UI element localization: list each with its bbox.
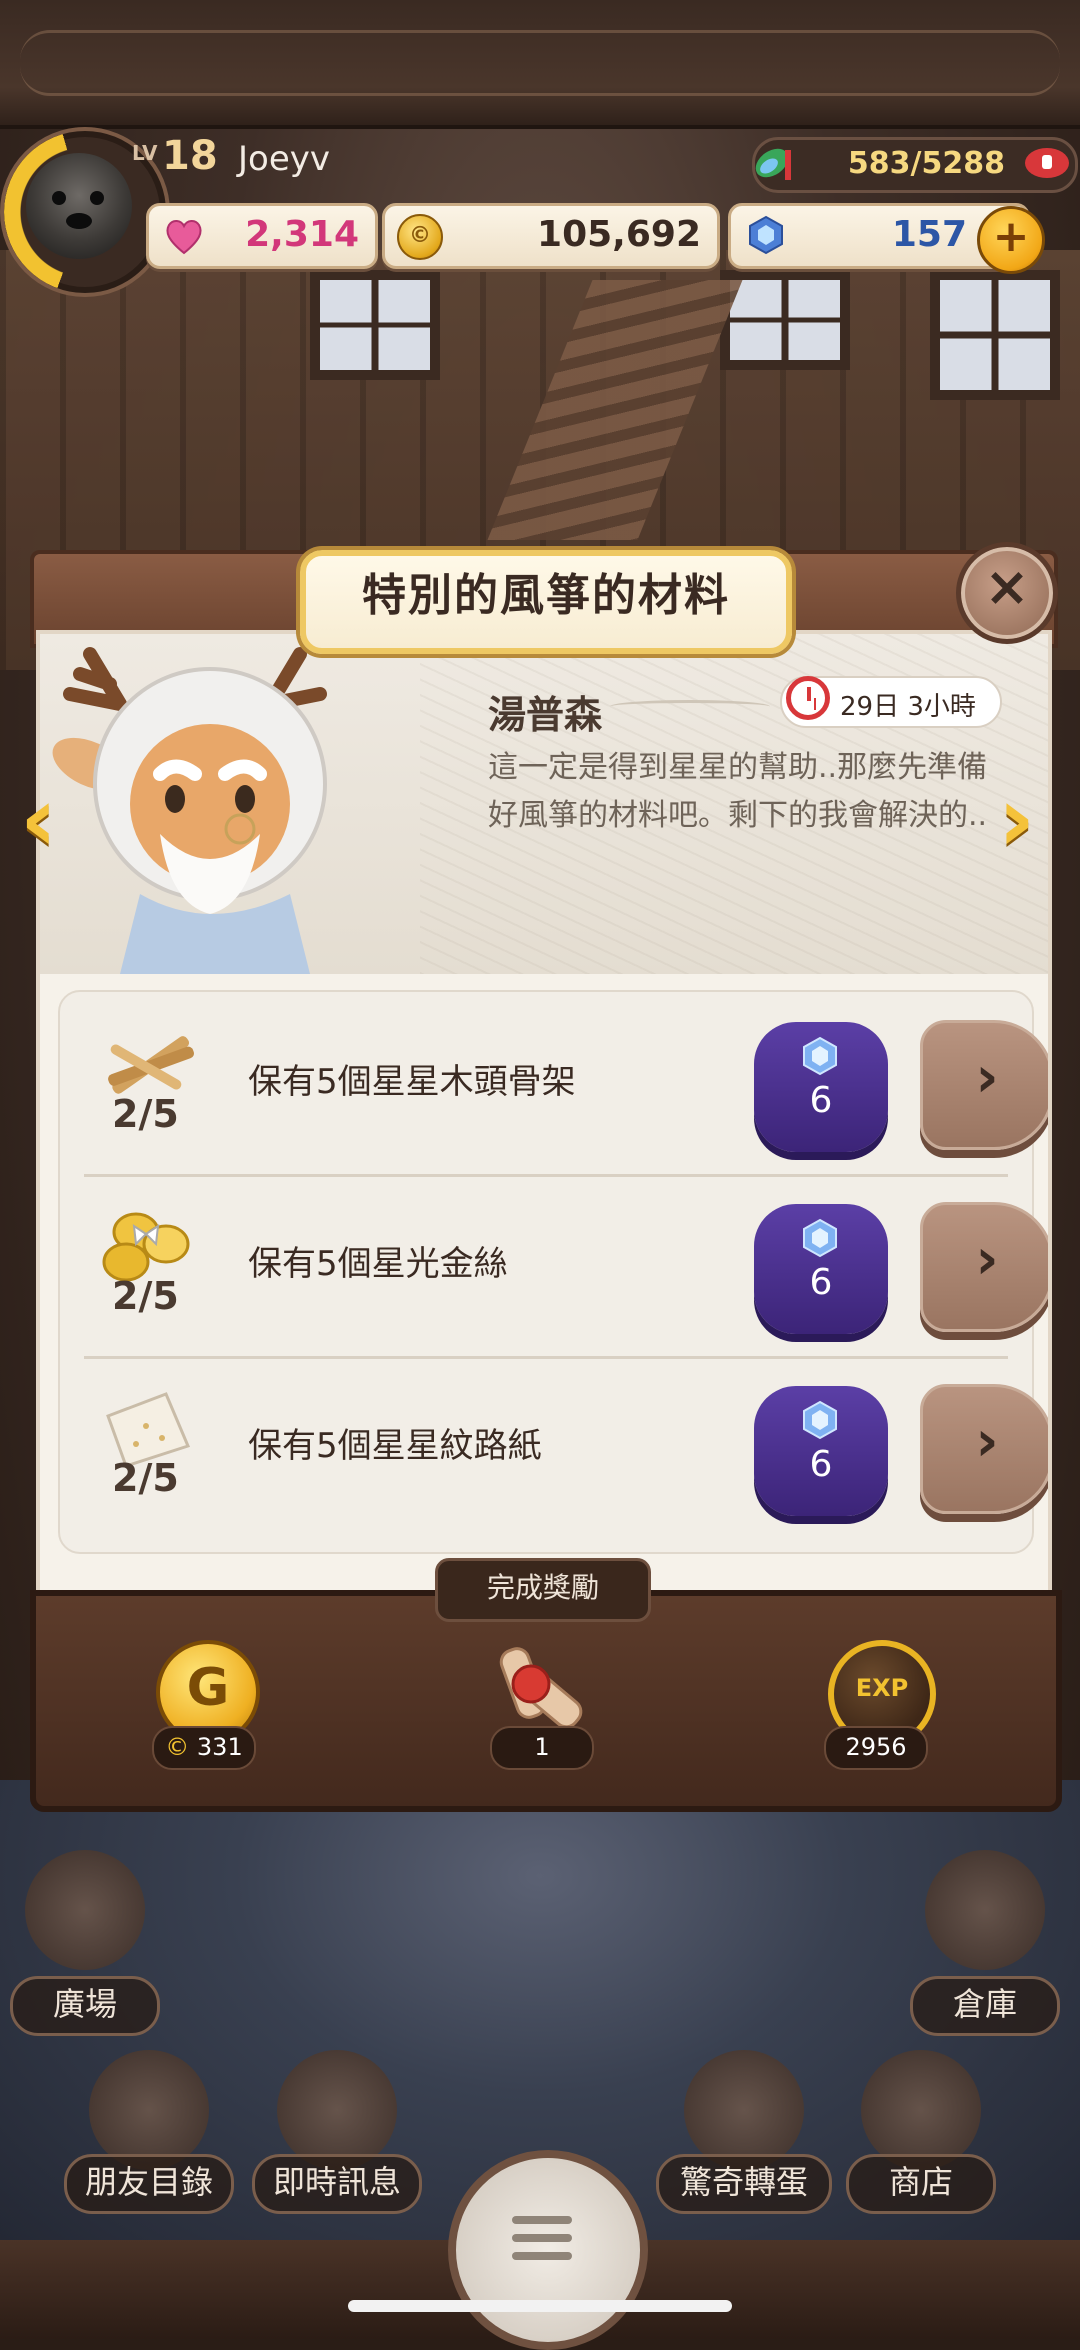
energy-bar-fill xyxy=(785,150,791,180)
friend-book-icon xyxy=(89,2050,209,2170)
nav-shop-label: 商店 xyxy=(846,2154,996,2214)
go-button[interactable]: › xyxy=(920,1202,1048,1332)
gem-icon xyxy=(803,1218,837,1258)
go-button[interactable]: › xyxy=(920,1384,1048,1514)
gem-cost: 6 xyxy=(809,1080,833,1121)
nav-friends-label: 朋友目錄 xyxy=(64,2154,234,2214)
next-quest-arrow[interactable]: › xyxy=(998,775,1058,870)
house-window xyxy=(930,270,1060,400)
nav-shop[interactable]: 商店 xyxy=(846,2050,996,2214)
nav-gacha-label: 驚奇轉蛋 xyxy=(656,2154,832,2214)
task-label: 保有5個星星木頭骨架 xyxy=(248,1062,576,1102)
nav-plaza[interactable]: 廣場 xyxy=(10,1850,160,2036)
scroll-reward-value: 1 xyxy=(490,1726,594,1770)
warehouse-icon xyxy=(925,1850,1045,1970)
gold-reward-value: 331 xyxy=(196,1733,243,1761)
task-label: 保有5個星光金絲 xyxy=(248,1244,508,1284)
nav-plaza-label: 廣場 xyxy=(10,1976,160,2036)
gold-counter: © 105,692 xyxy=(382,203,720,269)
level-prefix: LV xyxy=(132,141,158,165)
task-row: 2/5 保有5個星星紋路紙 6 › xyxy=(60,1356,1048,1536)
story-panel: 湯普森 29日 3小時 這一定是得到星星的幫助..那麼先準備好風箏的材料吧。剩下… xyxy=(40,634,1048,974)
gold-value: 105,692 xyxy=(537,214,701,255)
deer-npc-portrait xyxy=(52,647,327,974)
player-hud: LV 18 Joeyv 583/5288 2,314 © 105,692 157… xyxy=(0,125,1080,293)
player-name: Joeyv xyxy=(238,139,330,179)
prev-quest-arrow[interactable]: ‹ xyxy=(20,775,80,870)
home-indicator[interactable] xyxy=(348,2300,732,2312)
gold-coin-icon: © xyxy=(397,214,443,260)
gems-counter: 157 + xyxy=(728,203,1045,274)
reward-title: 完成獎勵 xyxy=(486,1571,599,1604)
add-gems-button[interactable]: + xyxy=(977,206,1045,274)
hearts-value: 2,314 xyxy=(245,214,359,255)
reward-scroll: 1 xyxy=(466,1640,616,1790)
npc-dialogue: 這一定是得到星星的幫助..那麼先準備好風箏的材料吧。剩下的我會解決的.. xyxy=(488,750,988,833)
task-progress: 2/5 xyxy=(112,1274,179,1318)
main-menu-button[interactable] xyxy=(448,2150,648,2350)
alarm-clock-icon xyxy=(786,676,830,720)
dialog-body: 湯普森 29日 3小時 這一定是得到星星的幫助..那麼先準備好風箏的材料吧。剩下… xyxy=(36,630,1052,1638)
quest-dialog: 湯普森 29日 3小時 這一定是得到星星的幫助..那麼先準備好風箏的材料吧。剩下… xyxy=(30,542,1062,1812)
gems-value: 157 xyxy=(891,214,967,255)
reward-gold: G © 331 xyxy=(128,1640,278,1790)
heart-icon xyxy=(166,220,202,255)
nav-gacha[interactable]: 驚奇轉蛋 xyxy=(656,2050,832,2214)
reward-exp: EXP 2956 xyxy=(800,1640,950,1790)
house-window xyxy=(310,270,440,380)
nav-warehouse[interactable]: 倉庫 xyxy=(910,1850,1060,2036)
player-level: 18 xyxy=(162,133,218,179)
eye-icon[interactable] xyxy=(1025,148,1069,178)
go-button[interactable]: › xyxy=(920,1020,1048,1150)
shop-icon xyxy=(861,2050,981,2170)
gem-cost: 6 xyxy=(809,1262,833,1303)
divider xyxy=(84,1356,1008,1359)
gem-icon xyxy=(803,1400,837,1440)
avatar xyxy=(26,153,132,259)
task-row: 2/5 保有5個星星木頭骨架 6 › xyxy=(60,992,1048,1172)
reward-title-plate: 完成獎勵 xyxy=(435,1558,651,1622)
hearts-counter: 2,314 xyxy=(146,203,378,269)
dialog-title: 特別的風箏的材料 xyxy=(362,570,730,621)
timer-text: 29日 3小時 xyxy=(840,692,976,722)
task-progress: 2/5 xyxy=(112,1456,179,1500)
gem-complete-button[interactable]: 6 xyxy=(754,1386,888,1516)
nav-warehouse-label: 倉庫 xyxy=(910,1976,1060,2036)
dialog-title-plate: 特別的風箏的材料 xyxy=(300,550,792,654)
divider xyxy=(84,1174,1008,1177)
gem-complete-button[interactable]: 6 xyxy=(754,1204,888,1334)
gem-cost: 6 xyxy=(809,1444,833,1485)
message-icon xyxy=(277,2050,397,2170)
gold-badge-symbol: © xyxy=(165,1733,190,1761)
gem-icon xyxy=(749,215,783,255)
task-label: 保有5個星星紋路紙 xyxy=(248,1426,542,1466)
npc-name: 湯普森 xyxy=(488,693,603,737)
energy-meter[interactable]: 583/5288 xyxy=(752,137,1078,193)
energy-value: 583/5288 xyxy=(847,146,1005,181)
quest-timer: 29日 3小時 xyxy=(780,676,1002,728)
nav-messages-label: 即時訊息 xyxy=(252,2154,422,2214)
nav-friends[interactable]: 朋友目錄 xyxy=(64,2050,234,2214)
name-flourish xyxy=(610,700,770,713)
close-button[interactable]: × xyxy=(956,542,1058,644)
gem-icon xyxy=(803,1036,837,1076)
nav-messages[interactable]: 即時訊息 xyxy=(252,2050,422,2214)
gem-complete-button[interactable]: 6 xyxy=(754,1022,888,1152)
task-row: 2/5 保有5個星光金絲 6 › xyxy=(60,1174,1048,1354)
top-ornament-bar xyxy=(0,0,1080,129)
gacha-machine-icon xyxy=(684,2050,804,2170)
task-list: 2/5 保有5個星星木頭骨架 6 › 2/5 保有5個星光金絲 6 › 2/5 … xyxy=(58,990,1048,1554)
task-progress: 2/5 xyxy=(112,1092,179,1136)
reward-amount: © 331 xyxy=(152,1726,256,1770)
sealed-scroll-icon xyxy=(499,1647,583,1729)
tree-icon xyxy=(25,1850,145,1970)
exp-reward-value: 2956 xyxy=(824,1726,928,1770)
